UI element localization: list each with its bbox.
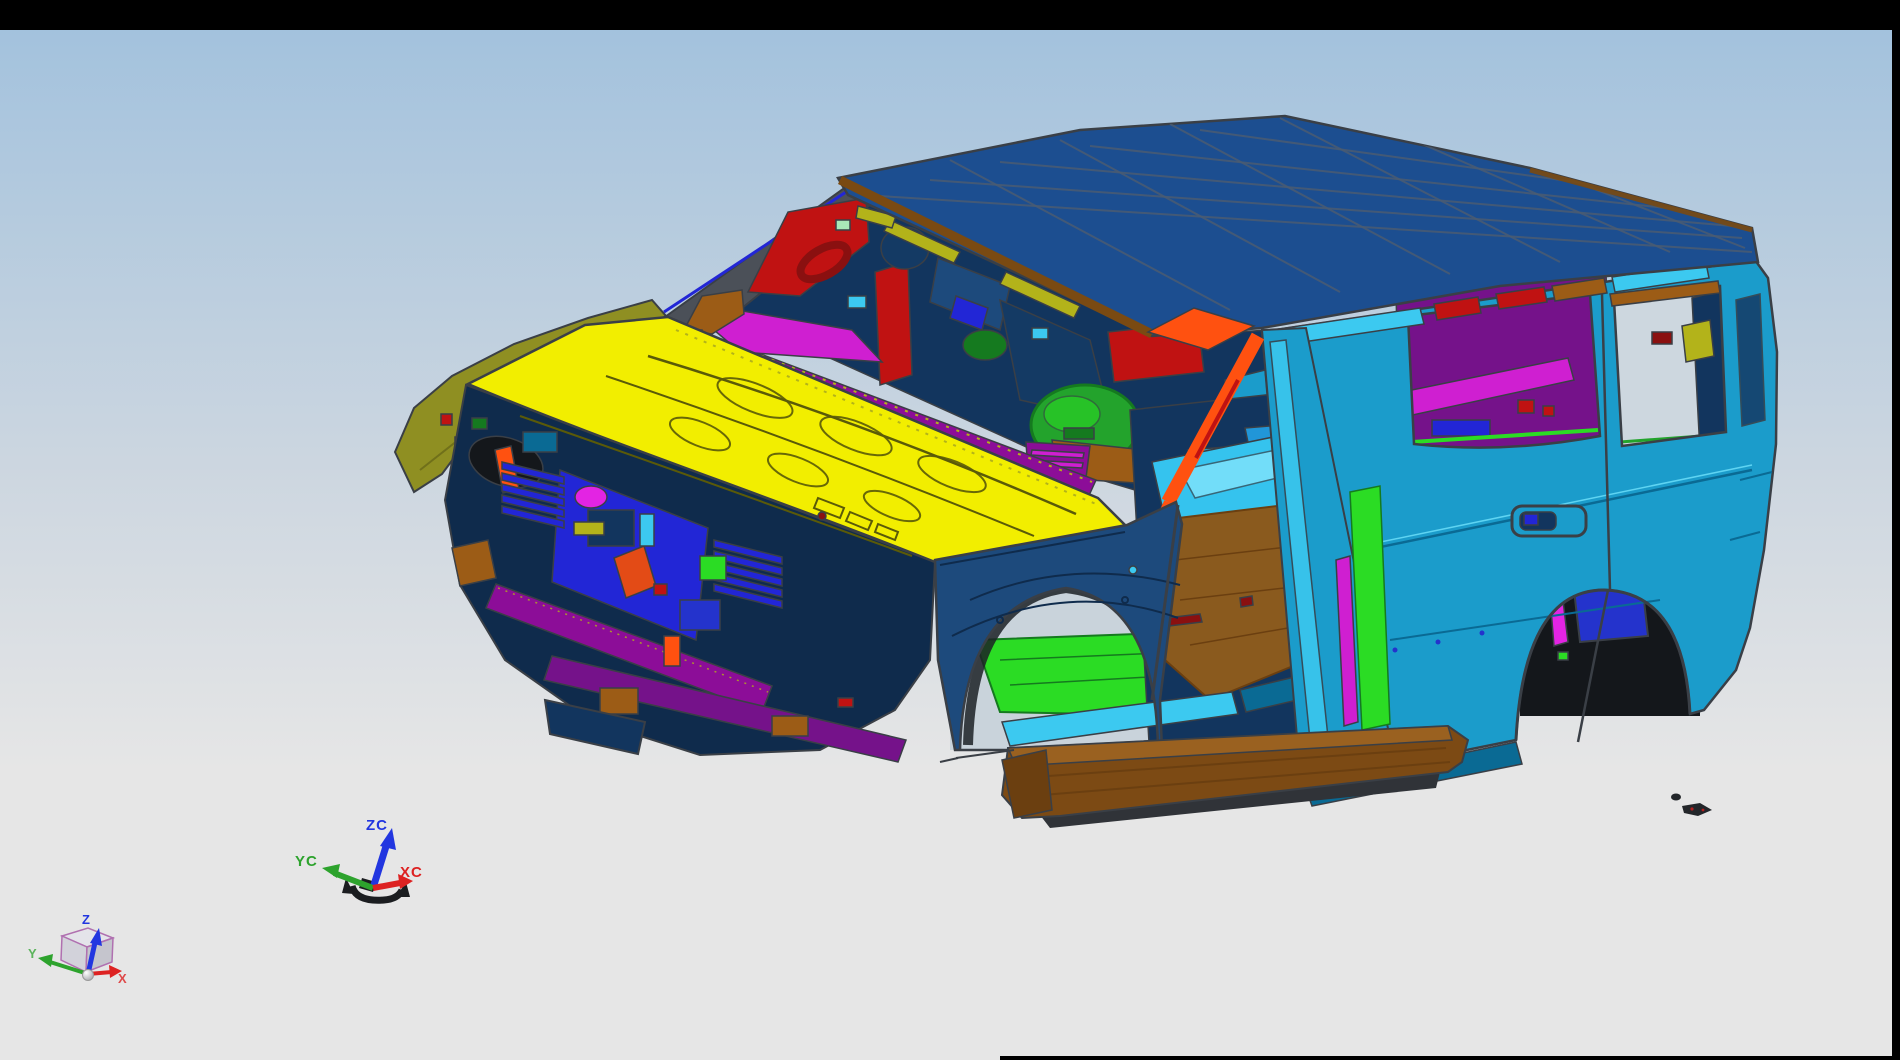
wcs-x-label: XC <box>400 864 423 881</box>
door-handle-blue-glint <box>1524 514 1538 525</box>
csys-origin-sphere[interactable] <box>83 970 94 981</box>
door-handle[interactable] <box>1512 506 1586 536</box>
window-red-bracket[interactable] <box>1543 406 1554 416</box>
quarter-red-bit[interactable] <box>1652 332 1672 344</box>
fender-cyan-grommet <box>1129 566 1137 574</box>
hood-latch-dot <box>818 512 826 520</box>
wcs-z-label: ZC <box>366 817 388 834</box>
front-copper-bit[interactable] <box>772 716 808 736</box>
interior-cyan-clip[interactable] <box>1032 328 1048 339</box>
frame-bar-bottom <box>1000 1056 1900 1060</box>
front-cyan-post[interactable] <box>640 514 654 546</box>
apillar-mint-tab[interactable] <box>836 220 850 230</box>
front-red-clip[interactable] <box>654 584 667 595</box>
front-orange-post[interactable] <box>664 636 680 666</box>
interior-green-part[interactable] <box>963 330 1007 360</box>
front-green-bracket[interactable] <box>700 556 726 580</box>
front-copper-bit[interactable] <box>600 688 638 714</box>
interior-cyan-clip[interactable] <box>848 296 866 308</box>
frame-bar-top <box>0 0 1900 30</box>
quarter-trim-blue[interactable] <box>1432 420 1490 436</box>
front-teal-part[interactable] <box>523 432 557 452</box>
abs-y-label: Y <box>28 946 37 961</box>
front-green-clip[interactable] <box>472 418 487 429</box>
cowl-green-part[interactable] <box>1064 428 1094 439</box>
cad-viewport[interactable]: ZC YC XC Z Y X <box>0 0 1900 1060</box>
wcs-y-label: YC <box>295 853 318 870</box>
wheelhouse-green-highlight <box>1044 396 1100 432</box>
abs-z-label: Z <box>82 912 90 927</box>
debris-dot[interactable] <box>1671 794 1681 801</box>
debris-red-speck <box>1702 809 1705 812</box>
window-red-bracket[interactable] <box>1518 400 1534 413</box>
rear-green-bit[interactable] <box>1558 652 1568 660</box>
front-red-clip[interactable] <box>838 698 853 707</box>
front-blue-box[interactable] <box>680 600 720 630</box>
front-magenta-part[interactable] <box>575 486 607 508</box>
front-yellow-bracket[interactable] <box>574 522 604 535</box>
abs-x-label: X <box>118 971 127 986</box>
front-copper-bracket[interactable] <box>452 540 496 586</box>
quarter-olive-bracket[interactable] <box>1682 320 1714 362</box>
debris-red-speck <box>1690 807 1693 810</box>
dpillar-navy-streak[interactable] <box>1736 294 1765 426</box>
left-fender-red-clip[interactable] <box>441 414 452 425</box>
dash-red-bracket[interactable] <box>875 262 912 385</box>
frame-bar-right <box>1892 0 1900 1060</box>
